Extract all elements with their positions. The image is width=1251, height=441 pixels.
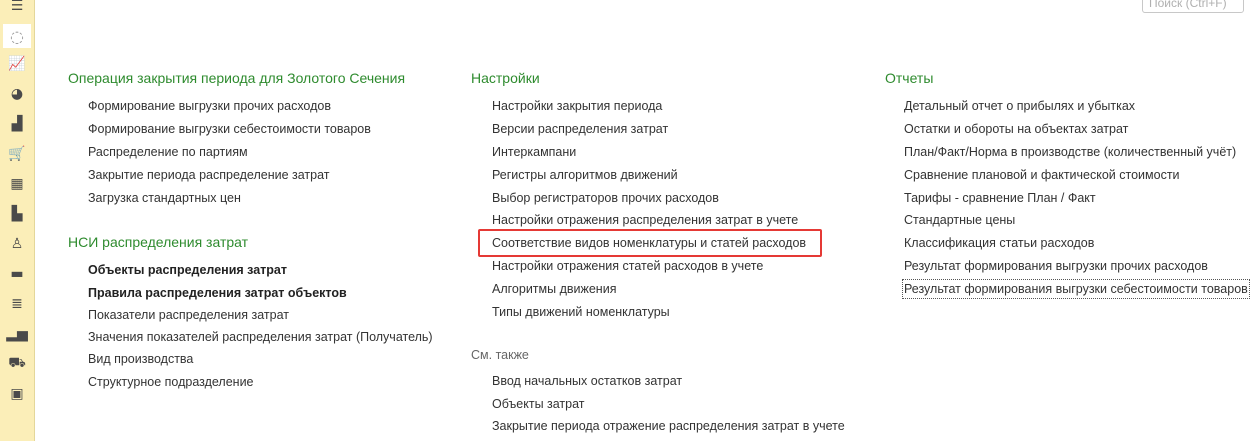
link-opening-balances[interactable]: Ввод начальных остатков затрат <box>492 373 682 389</box>
link-cost-objects[interactable]: Объекты затрат <box>492 396 585 412</box>
chart-settings-icon[interactable]: 📈 <box>3 52 31 76</box>
loading-spinner-icon: ◌ <box>3 24 31 48</box>
card-icon[interactable]: ▬ <box>3 262 31 286</box>
grid-icon[interactable]: ▦ <box>3 172 31 196</box>
link-other-expenses-export[interactable]: Формирование выгрузки прочих расходов <box>88 98 331 114</box>
documents-icon[interactable]: ≣ <box>3 292 31 316</box>
link-production-type[interactable]: Вид производства <box>88 351 193 367</box>
link-other-expenses-result[interactable]: Результат формирования выгрузки прочих р… <box>904 258 1208 274</box>
section-title-see-also: См. также <box>471 348 529 362</box>
link-item-movement-types[interactable]: Типы движений номенклатуры <box>492 304 670 320</box>
link-distribution-versions[interactable]: Версии распределения затрат <box>492 121 668 137</box>
link-period-closing[interactable]: Закрытие периода распределение затрат <box>88 167 330 183</box>
search-input[interactable] <box>1142 0 1244 13</box>
truck-icon[interactable]: ⛟ <box>3 352 31 376</box>
bar-chart-icon[interactable]: ▂▅ <box>3 322 31 346</box>
link-cost-export[interactable]: Формирование выгрузки себестоимости това… <box>88 121 371 137</box>
link-item-types-expense-mapping[interactable]: Соответствие видов номенклатуры и статей… <box>492 235 806 251</box>
link-distribution-indicators[interactable]: Показатели распределения затрат <box>88 307 289 323</box>
section-title-reports: Отчеты <box>885 70 934 86</box>
link-profit-loss-report[interactable]: Детальный отчет о прибылях и убытках <box>904 98 1135 114</box>
link-movement-registers[interactable]: Регистры алгоритмов движений <box>492 167 678 183</box>
link-structural-unit[interactable]: Структурное подразделение <box>88 374 254 390</box>
link-distribution-rules[interactable]: Правила распределения затрат объектов <box>88 285 347 301</box>
link-cost-export-result[interactable]: Результат формирования выгрузки себестои… <box>902 279 1250 299</box>
pie-chart-icon[interactable]: ◕ <box>3 82 31 106</box>
person-icon[interactable]: ♙ <box>3 232 31 256</box>
link-closing-settings[interactable]: Настройки закрытия периода <box>492 98 662 114</box>
link-tariffs-comparison[interactable]: Тарифы - сравнение План / Факт <box>904 190 1096 206</box>
warehouse-icon[interactable]: ▙ <box>3 202 31 226</box>
link-distribution-objects[interactable]: Объекты распределения затрат <box>88 262 287 278</box>
link-expense-classification[interactable]: Классификация статьи расходов <box>904 235 1094 251</box>
link-movement-algorithms[interactable]: Алгоритмы движения <box>492 281 616 297</box>
link-intercompany[interactable]: Интеркампани <box>492 144 576 160</box>
section-title-nsi: НСИ распределения затрат <box>68 234 249 250</box>
link-plan-actual-cost[interactable]: Сравнение плановой и фактической стоимос… <box>904 167 1180 183</box>
section-title-closing: Операция закрытия периода для Золотого С… <box>68 70 406 86</box>
link-plan-fact-norm[interactable]: План/Факт/Норма в производстве (количест… <box>904 144 1236 160</box>
link-expense-registrars[interactable]: Выбор регистраторов прочих расходов <box>492 190 719 206</box>
shopping-bag-icon[interactable]: ▟ <box>3 112 31 136</box>
box-icon[interactable]: ▣ <box>3 382 31 406</box>
menu-icon[interactable]: ☰ <box>3 0 31 18</box>
link-indicator-values[interactable]: Значения показателей распределения затра… <box>88 329 433 345</box>
link-distribution-accounting-settings[interactable]: Настройки отражения распределения затрат… <box>492 212 798 228</box>
cart-icon[interactable]: 🛒 <box>3 142 31 166</box>
link-cost-object-balances[interactable]: Остатки и обороты на объектах затрат <box>904 121 1128 137</box>
link-batch-distribution[interactable]: Распределение по партиям <box>88 144 248 160</box>
link-period-closing-reflection[interactable]: Закрытие периода отражение распределения… <box>492 418 845 434</box>
link-expense-accounting-settings[interactable]: Настройки отражения статей расходов в уч… <box>492 258 763 274</box>
link-standard-prices[interactable]: Стандартные цены <box>904 212 1015 228</box>
link-load-standard-prices[interactable]: Загрузка стандартных цен <box>88 190 241 206</box>
sidebar-toolbar: ☰ ◌ 📈 ◕ ▟ 🛒 ▦ ▙ ♙ ▬ ≣ ▂▅ ⛟ ▣ <box>0 0 35 441</box>
section-title-settings: Настройки <box>471 70 540 86</box>
